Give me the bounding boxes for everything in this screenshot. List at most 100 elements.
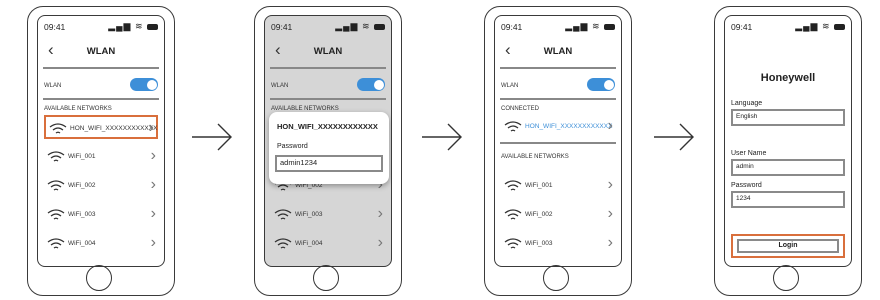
password-field[interactable]: admin1234 — [275, 155, 383, 172]
status-bar: 09:41 ▂▄▆ ≋ — [44, 21, 158, 34]
login-button[interactable]: Login — [737, 239, 839, 253]
wifi-icon — [47, 238, 65, 249]
home-button[interactable] — [543, 265, 569, 291]
network-item[interactable]: WiFi_001 › — [501, 174, 615, 198]
wlan-label: WLAN — [501, 83, 519, 89]
chevron-right-icon: › — [150, 176, 156, 193]
network-item[interactable]: WiFi_002 › — [44, 174, 158, 198]
page-title: WLAN — [313, 46, 343, 57]
chevron-right-icon: › — [148, 119, 154, 136]
status-time: 09:41 — [271, 22, 293, 32]
network-item[interactable]: WiFi_003 › — [44, 203, 158, 227]
divider — [270, 67, 386, 69]
wifi-status-icon: ≋ — [361, 21, 371, 31]
login-highlight: Login — [731, 234, 845, 258]
password-dialog: HON_WIFI_XXXXXXXXXXXX Password admin1234 — [269, 112, 389, 184]
wifi-icon — [47, 151, 65, 162]
password-screen: 09:41 ▂▄▆ ≋ ‹ WLAN WLAN AVAILABLE NETWOR… — [264, 15, 392, 267]
wifi-icon — [49, 123, 67, 134]
password-label: Password — [277, 143, 308, 150]
chevron-right-icon: › — [377, 205, 383, 222]
status-icons: ▂▄▆ ≋ — [108, 21, 158, 32]
chevron-right-icon: › — [607, 234, 613, 251]
wifi-icon — [504, 121, 522, 132]
network-item[interactable]: WiFi_003 › — [501, 232, 615, 256]
phone-1: 09:41 ▂▄▆ ≋ ‹ WLAN WLAN AVAILABLE NETWOR… — [27, 6, 175, 296]
status-icons: ▂▄▆ ≋ — [335, 21, 385, 32]
network-item[interactable]: WiFi_002 › — [501, 203, 615, 227]
signal-icon: ▂▄▆ — [335, 21, 359, 31]
status-time: 09:41 — [44, 22, 66, 32]
network-item[interactable]: WiFi_004 › — [44, 232, 158, 256]
network-name: WiFi_002 — [68, 182, 96, 189]
password-label: Password — [731, 182, 762, 189]
wifi-icon — [274, 209, 292, 220]
wlan-toggle[interactable] — [357, 78, 385, 91]
connected-network-item[interactable]: HON_WIFI_XXXXXXXXXXXX › — [501, 115, 615, 139]
connected-screen: 09:41 ▂▄▆ ≋ ‹ WLAN WLAN CONNECTED HON_WI… — [494, 15, 622, 267]
password-field[interactable]: 1234 — [731, 191, 845, 208]
chevron-right-icon: › — [607, 176, 613, 193]
chevron-right-icon: › — [607, 205, 613, 222]
status-icons: ▂▄▆ ≋ — [795, 21, 845, 32]
network-name: WiFi_003 — [525, 240, 553, 247]
network-name: WiFi_004 — [295, 240, 323, 247]
chevron-right-icon: › — [150, 205, 156, 222]
phone-3: 09:41 ▂▄▆ ≋ ‹ WLAN WLAN CONNECTED HON_WI… — [484, 6, 632, 296]
network-name: WiFi_003 — [68, 211, 96, 218]
home-button[interactable] — [773, 265, 799, 291]
network-item-hon-wifi[interactable]: HON_WIFI_XXXXXXXXXXXX › — [44, 115, 158, 139]
network-name: WiFi_001 — [525, 182, 553, 189]
phone-4: 09:41 ▂▄▆ ≋ Honeywell Language English U… — [714, 6, 862, 296]
wlan-label: WLAN — [44, 83, 62, 89]
arrow-right-icon — [654, 123, 694, 151]
network-name: WiFi_001 — [68, 153, 96, 160]
arrow-right-icon — [192, 123, 232, 151]
chevron-right-icon: › — [377, 234, 383, 251]
wlan-screen: 09:41 ▂▄▆ ≋ ‹ WLAN WLAN AVAILABLE NETWOR… — [37, 15, 165, 267]
toggle-knob — [373, 79, 384, 90]
signal-icon: ▂▄▆ — [795, 21, 819, 31]
arrow-right-icon — [422, 123, 462, 151]
chevron-right-icon: › — [150, 234, 156, 251]
language-select[interactable]: English — [731, 109, 845, 126]
toggle-knob — [146, 79, 157, 90]
divider — [43, 67, 159, 69]
page-title: WLAN — [543, 46, 573, 57]
wlan-toggle[interactable] — [587, 78, 615, 91]
status-bar: 09:41 ▂▄▆ ≋ — [501, 21, 615, 34]
section-label: AVAILABLE NETWORKS — [501, 154, 569, 160]
wifi-icon — [504, 209, 522, 220]
battery-icon — [147, 23, 158, 30]
chevron-right-icon: › — [607, 117, 613, 134]
network-item[interactable]: WiFi_003 › — [271, 203, 385, 227]
connected-label: CONNECTED — [501, 106, 540, 112]
status-time: 09:41 — [501, 22, 523, 32]
status-time: 09:41 — [731, 22, 753, 32]
phone-2: 09:41 ▂▄▆ ≋ ‹ WLAN WLAN AVAILABLE NETWOR… — [254, 6, 402, 296]
wifi-icon — [504, 238, 522, 249]
username-field[interactable]: admin — [731, 159, 845, 176]
status-bar: 09:41 ▂▄▆ ≋ — [731, 21, 845, 34]
network-name: WiFi_002 — [525, 211, 553, 218]
divider — [500, 67, 616, 69]
status-icons: ▂▄▆ ≋ — [565, 21, 615, 32]
network-item[interactable]: WiFi_004 › — [271, 232, 385, 256]
network-name: HON_WIFI_XXXXXXXXXXXX — [70, 125, 158, 132]
home-button[interactable] — [313, 265, 339, 291]
dialog-ssid: HON_WIFI_XXXXXXXXXXXX — [277, 122, 378, 131]
network-name: WiFi_003 — [295, 211, 323, 218]
battery-icon — [374, 23, 385, 30]
network-name: WiFi_004 — [68, 240, 96, 247]
username-label: User Name — [731, 150, 767, 157]
login-screen: 09:41 ▂▄▆ ≋ Honeywell Language English U… — [724, 15, 852, 267]
network-name: HON_WIFI_XXXXXXXXXXXX — [525, 123, 613, 130]
divider — [270, 98, 386, 100]
wifi-status-icon: ≋ — [821, 21, 831, 31]
wlan-toggle[interactable] — [130, 78, 158, 91]
status-bar: 09:41 ▂▄▆ ≋ — [271, 21, 385, 34]
wifi-icon — [504, 180, 522, 191]
home-button[interactable] — [86, 265, 112, 291]
divider — [43, 98, 159, 100]
network-item[interactable]: WiFi_001 › — [44, 145, 158, 169]
